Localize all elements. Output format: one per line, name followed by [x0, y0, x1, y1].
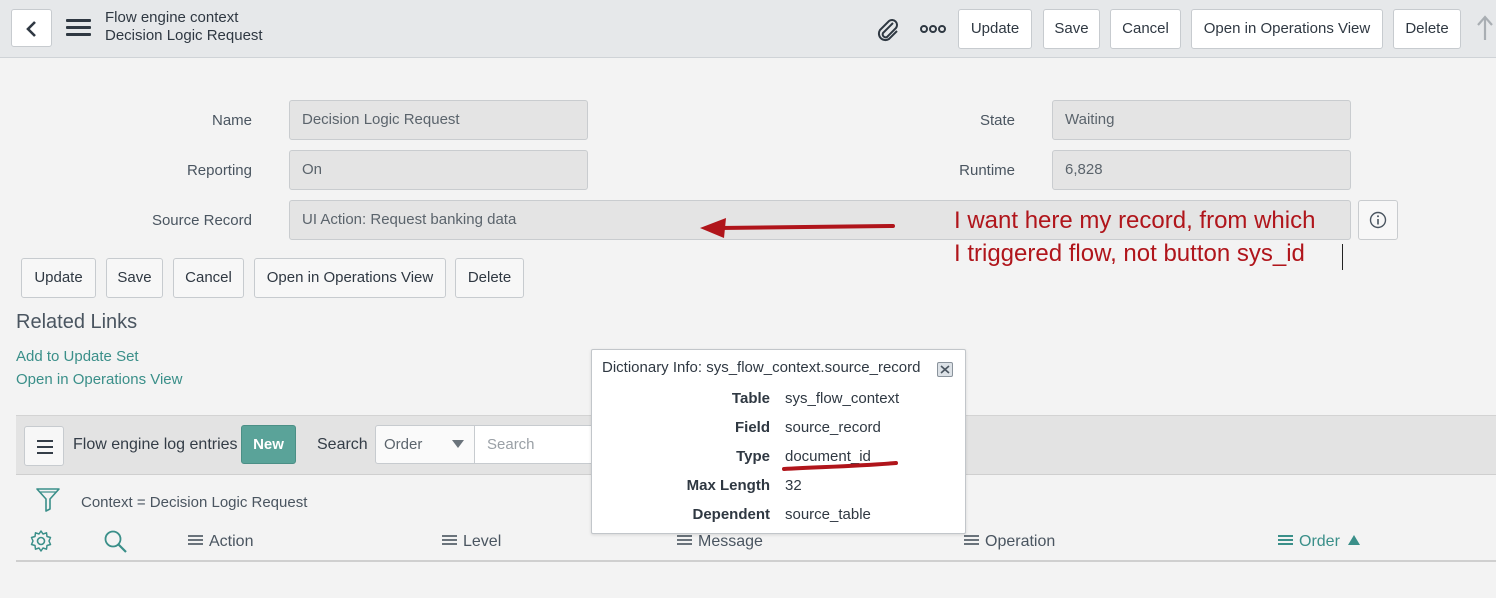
gear-icon[interactable] — [29, 529, 53, 553]
form-subtitle: Decision Logic Request — [105, 27, 263, 44]
form-update-button[interactable]: Update — [21, 258, 96, 298]
paperclip-icon[interactable] — [873, 15, 901, 43]
popup-key-table: Table — [731, 390, 770, 407]
sort-ascending-icon — [1347, 535, 1360, 545]
related-list-title: Flow engine log entries — [73, 436, 238, 453]
scroll-up-arrow-icon[interactable] — [1476, 15, 1494, 41]
filter-breadcrumb[interactable]: Context = Decision Logic Request — [81, 494, 307, 511]
column-header-message[interactable]: Message — [677, 533, 763, 551]
search-icon[interactable] — [103, 529, 128, 554]
back-button[interactable] — [11, 9, 52, 47]
form-save-button[interactable]: Save — [106, 258, 163, 298]
header-update-button[interactable]: Update — [958, 9, 1032, 49]
related-links-heading: Related Links — [16, 311, 138, 333]
column-header-operation[interactable]: Operation — [964, 533, 1055, 551]
column-menu-icon[interactable] — [442, 535, 457, 546]
header-open-operations-view-button[interactable]: Open in Operations View — [1191, 9, 1383, 49]
more-options-icon[interactable] — [920, 24, 946, 34]
popup-key-type: Type — [736, 448, 770, 465]
popup-key-dependent: Dependent — [692, 506, 770, 523]
context-menu-icon[interactable] — [66, 19, 91, 37]
state-label: State — [979, 112, 1015, 129]
popup-key-max-length: Max Length — [686, 477, 770, 494]
column-menu-icon[interactable] — [1278, 535, 1293, 546]
header-save-button[interactable]: Save — [1043, 9, 1100, 49]
column-header-order[interactable]: Order — [1278, 533, 1360, 551]
header-delete-button[interactable]: Delete — [1393, 9, 1461, 49]
dictionary-info-popup: Dictionary Info: sys_flow_context.source… — [591, 349, 966, 534]
form-delete-button[interactable]: Delete — [455, 258, 524, 298]
runtime-field[interactable]: 6,828 — [1052, 150, 1351, 190]
new-button[interactable]: New — [241, 425, 296, 464]
text-cursor — [1342, 244, 1343, 270]
header-cancel-button[interactable]: Cancel — [1110, 9, 1181, 49]
form-header: Flow engine context Decision Logic Reque… — [0, 0, 1496, 58]
annotation-arrow — [700, 218, 895, 238]
column-menu-icon[interactable] — [188, 535, 203, 546]
column-menu-icon[interactable] — [964, 535, 979, 546]
form-cancel-button[interactable]: Cancel — [173, 258, 244, 298]
reporting-field[interactable]: On — [289, 150, 588, 190]
search-field-select-value: Order — [384, 436, 423, 453]
form-title: Flow engine context — [105, 9, 239, 26]
annotation-underline — [782, 461, 898, 471]
chevron-left-icon — [26, 21, 36, 37]
list-divider — [16, 560, 1496, 562]
close-icon — [940, 365, 950, 374]
annotation-text-line2: I triggered flow, not button sys_id — [954, 240, 1305, 267]
name-field[interactable]: Decision Logic Request — [289, 100, 588, 140]
reference-info-button[interactable] — [1358, 200, 1398, 240]
column-menu-icon[interactable] — [677, 535, 692, 546]
column-header-level[interactable]: Level — [442, 533, 501, 551]
search-field-select[interactable]: Order — [375, 425, 475, 464]
popup-value-max-length: 32 — [785, 477, 802, 494]
runtime-label: Runtime — [959, 162, 1015, 179]
dropdown-caret-icon — [452, 440, 464, 448]
state-field[interactable]: Waiting — [1052, 100, 1351, 140]
search-label: Search — [317, 436, 368, 453]
annotation-text-line1: I want here my record, from which — [954, 207, 1316, 234]
info-icon — [1369, 211, 1387, 229]
column-header-action[interactable]: Action — [188, 533, 253, 551]
filter-icon[interactable] — [36, 487, 60, 513]
popup-value-field: source_record — [785, 419, 881, 436]
popup-value-dependent: source_table — [785, 506, 871, 523]
popup-close-button[interactable] — [937, 362, 953, 377]
add-to-update-set-link[interactable]: Add to Update Set — [16, 348, 139, 365]
popup-title: Dictionary Info: sys_flow_context.source… — [602, 359, 921, 376]
form-open-operations-view-button[interactable]: Open in Operations View — [254, 258, 446, 298]
open-operations-view-link[interactable]: Open in Operations View — [16, 371, 183, 388]
reporting-label: Reporting — [186, 162, 252, 179]
popup-key-field: Field — [734, 419, 770, 436]
list-menu-button[interactable] — [24, 426, 64, 466]
name-label: Name — [211, 112, 252, 129]
source-record-label: Source Record — [151, 212, 252, 229]
popup-value-table: sys_flow_context — [785, 390, 900, 407]
